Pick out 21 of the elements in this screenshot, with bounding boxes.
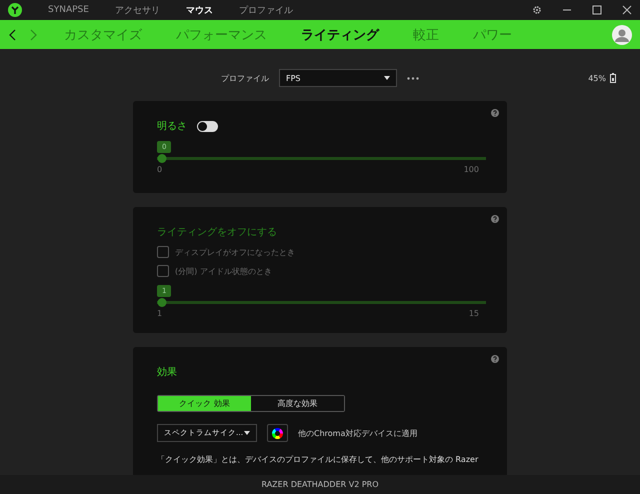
top-tab[interactable]: プロファイル <box>238 4 293 16</box>
slider-min: 1 <box>157 309 162 318</box>
slider-min: 0 <box>157 165 162 174</box>
panel-title: 明るさ <box>157 120 187 133</box>
effect-mode-tab[interactable]: クイック 効果 <box>158 396 251 411</box>
checkbox-label: ディスプレイがオフになったとき <box>175 246 295 258</box>
slider-max: 100 <box>464 165 479 174</box>
slider-max: 15 <box>468 309 479 318</box>
device-name: RAZER DEATHADDER V2 PRO <box>0 475 640 494</box>
checkbox-label: (分間) アイドル状態のとき <box>175 266 272 276</box>
profile-label: プロファイル <box>221 72 269 84</box>
nav-tab[interactable]: ライティング <box>301 26 379 44</box>
profile-dropdown[interactable]: FPS <box>279 69 397 87</box>
top-tab[interactable]: マウス <box>186 4 213 16</box>
effect-description: 「クイック効果」とは、デバイスのプロファイルに保存して、他のサポート対象の Razer <box>157 454 480 465</box>
top-tab[interactable]: SYNAPSE <box>48 5 89 15</box>
battery-reading: 45% <box>588 74 606 82</box>
panel-title: 効果 <box>157 366 177 379</box>
apply-label: 他のChroma対応デバイスに適用 <box>298 428 418 438</box>
top-tab[interactable]: アクセサリ <box>114 4 160 16</box>
panel-title: ライティングをオフにする <box>157 226 277 239</box>
